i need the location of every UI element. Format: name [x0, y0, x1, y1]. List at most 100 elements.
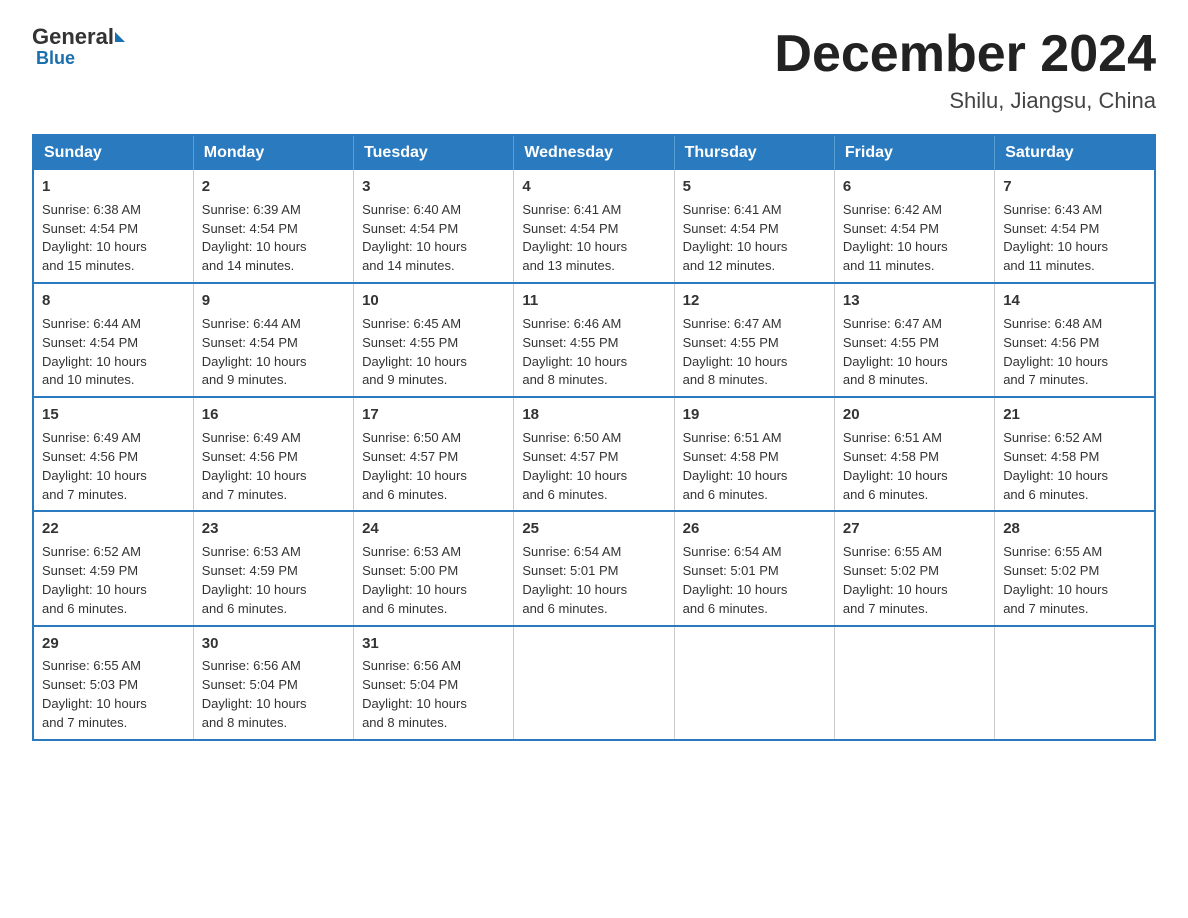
calendar-week-row: 29 Sunrise: 6:55 AMSunset: 5:03 PMDaylig… — [33, 626, 1155, 740]
header-friday: Friday — [834, 135, 994, 170]
header-monday: Monday — [193, 135, 353, 170]
logo: General Blue — [32, 24, 125, 69]
table-row: 19 Sunrise: 6:51 AMSunset: 4:58 PMDaylig… — [674, 397, 834, 511]
page-header: General Blue December 2024 Shilu, Jiangs… — [32, 24, 1156, 114]
location-subtitle: Shilu, Jiangsu, China — [774, 88, 1156, 114]
day-number: 23 — [202, 518, 345, 540]
day-info: Sunrise: 6:41 AMSunset: 4:54 PMDaylight:… — [683, 202, 788, 274]
day-info: Sunrise: 6:41 AMSunset: 4:54 PMDaylight:… — [522, 202, 627, 274]
day-info: Sunrise: 6:55 AMSunset: 5:02 PMDaylight:… — [843, 544, 948, 616]
day-info: Sunrise: 6:42 AMSunset: 4:54 PMDaylight:… — [843, 202, 948, 274]
table-row — [514, 626, 674, 740]
day-number: 17 — [362, 404, 505, 426]
day-number: 9 — [202, 290, 345, 312]
day-number: 21 — [1003, 404, 1146, 426]
day-number: 24 — [362, 518, 505, 540]
table-row: 1 Sunrise: 6:38 AMSunset: 4:54 PMDayligh… — [33, 170, 193, 283]
day-info: Sunrise: 6:47 AMSunset: 4:55 PMDaylight:… — [843, 316, 948, 388]
header-thursday: Thursday — [674, 135, 834, 170]
day-info: Sunrise: 6:40 AMSunset: 4:54 PMDaylight:… — [362, 202, 467, 274]
day-info: Sunrise: 6:49 AMSunset: 4:56 PMDaylight:… — [202, 430, 307, 502]
table-row: 23 Sunrise: 6:53 AMSunset: 4:59 PMDaylig… — [193, 511, 353, 625]
day-number: 7 — [1003, 176, 1146, 198]
table-row: 29 Sunrise: 6:55 AMSunset: 5:03 PMDaylig… — [33, 626, 193, 740]
table-row: 22 Sunrise: 6:52 AMSunset: 4:59 PMDaylig… — [33, 511, 193, 625]
table-row: 17 Sunrise: 6:50 AMSunset: 4:57 PMDaylig… — [354, 397, 514, 511]
table-row: 12 Sunrise: 6:47 AMSunset: 4:55 PMDaylig… — [674, 283, 834, 397]
table-row: 31 Sunrise: 6:56 AMSunset: 5:04 PMDaylig… — [354, 626, 514, 740]
day-info: Sunrise: 6:51 AMSunset: 4:58 PMDaylight:… — [843, 430, 948, 502]
calendar-week-row: 22 Sunrise: 6:52 AMSunset: 4:59 PMDaylig… — [33, 511, 1155, 625]
day-number: 27 — [843, 518, 986, 540]
day-info: Sunrise: 6:55 AMSunset: 5:02 PMDaylight:… — [1003, 544, 1108, 616]
day-number: 11 — [522, 290, 665, 312]
table-row: 16 Sunrise: 6:49 AMSunset: 4:56 PMDaylig… — [193, 397, 353, 511]
day-number: 13 — [843, 290, 986, 312]
day-number: 5 — [683, 176, 826, 198]
day-info: Sunrise: 6:54 AMSunset: 5:01 PMDaylight:… — [522, 544, 627, 616]
day-number: 31 — [362, 633, 505, 655]
day-info: Sunrise: 6:51 AMSunset: 4:58 PMDaylight:… — [683, 430, 788, 502]
day-number: 4 — [522, 176, 665, 198]
table-row: 6 Sunrise: 6:42 AMSunset: 4:54 PMDayligh… — [834, 170, 994, 283]
day-number: 3 — [362, 176, 505, 198]
day-number: 26 — [683, 518, 826, 540]
table-row: 30 Sunrise: 6:56 AMSunset: 5:04 PMDaylig… — [193, 626, 353, 740]
day-number: 6 — [843, 176, 986, 198]
table-row — [674, 626, 834, 740]
table-row: 10 Sunrise: 6:45 AMSunset: 4:55 PMDaylig… — [354, 283, 514, 397]
weekday-header-row: Sunday Monday Tuesday Wednesday Thursday… — [33, 135, 1155, 170]
day-number: 10 — [362, 290, 505, 312]
day-number: 15 — [42, 404, 185, 426]
table-row: 8 Sunrise: 6:44 AMSunset: 4:54 PMDayligh… — [33, 283, 193, 397]
table-row: 4 Sunrise: 6:41 AMSunset: 4:54 PMDayligh… — [514, 170, 674, 283]
day-info: Sunrise: 6:44 AMSunset: 4:54 PMDaylight:… — [42, 316, 147, 388]
table-row: 3 Sunrise: 6:40 AMSunset: 4:54 PMDayligh… — [354, 170, 514, 283]
day-info: Sunrise: 6:39 AMSunset: 4:54 PMDaylight:… — [202, 202, 307, 274]
table-row: 20 Sunrise: 6:51 AMSunset: 4:58 PMDaylig… — [834, 397, 994, 511]
table-row: 27 Sunrise: 6:55 AMSunset: 5:02 PMDaylig… — [834, 511, 994, 625]
table-row — [995, 626, 1155, 740]
day-number: 30 — [202, 633, 345, 655]
logo-general: General — [32, 24, 114, 50]
day-number: 25 — [522, 518, 665, 540]
table-row: 25 Sunrise: 6:54 AMSunset: 5:01 PMDaylig… — [514, 511, 674, 625]
day-info: Sunrise: 6:56 AMSunset: 5:04 PMDaylight:… — [362, 658, 467, 730]
day-number: 2 — [202, 176, 345, 198]
day-info: Sunrise: 6:50 AMSunset: 4:57 PMDaylight:… — [522, 430, 627, 502]
table-row: 21 Sunrise: 6:52 AMSunset: 4:58 PMDaylig… — [995, 397, 1155, 511]
day-number: 28 — [1003, 518, 1146, 540]
table-row: 7 Sunrise: 6:43 AMSunset: 4:54 PMDayligh… — [995, 170, 1155, 283]
table-row: 11 Sunrise: 6:46 AMSunset: 4:55 PMDaylig… — [514, 283, 674, 397]
header-tuesday: Tuesday — [354, 135, 514, 170]
day-number: 22 — [42, 518, 185, 540]
day-number: 8 — [42, 290, 185, 312]
table-row: 9 Sunrise: 6:44 AMSunset: 4:54 PMDayligh… — [193, 283, 353, 397]
logo-text: General — [32, 24, 125, 50]
day-info: Sunrise: 6:43 AMSunset: 4:54 PMDaylight:… — [1003, 202, 1108, 274]
calendar-week-row: 8 Sunrise: 6:44 AMSunset: 4:54 PMDayligh… — [33, 283, 1155, 397]
day-number: 16 — [202, 404, 345, 426]
header-saturday: Saturday — [995, 135, 1155, 170]
day-info: Sunrise: 6:46 AMSunset: 4:55 PMDaylight:… — [522, 316, 627, 388]
day-info: Sunrise: 6:56 AMSunset: 5:04 PMDaylight:… — [202, 658, 307, 730]
day-info: Sunrise: 6:53 AMSunset: 4:59 PMDaylight:… — [202, 544, 307, 616]
day-number: 20 — [843, 404, 986, 426]
month-year-title: December 2024 — [774, 24, 1156, 84]
day-info: Sunrise: 6:45 AMSunset: 4:55 PMDaylight:… — [362, 316, 467, 388]
day-info: Sunrise: 6:49 AMSunset: 4:56 PMDaylight:… — [42, 430, 147, 502]
table-row: 14 Sunrise: 6:48 AMSunset: 4:56 PMDaylig… — [995, 283, 1155, 397]
table-row: 5 Sunrise: 6:41 AMSunset: 4:54 PMDayligh… — [674, 170, 834, 283]
table-row: 2 Sunrise: 6:39 AMSunset: 4:54 PMDayligh… — [193, 170, 353, 283]
day-info: Sunrise: 6:44 AMSunset: 4:54 PMDaylight:… — [202, 316, 307, 388]
day-number: 18 — [522, 404, 665, 426]
table-row: 15 Sunrise: 6:49 AMSunset: 4:56 PMDaylig… — [33, 397, 193, 511]
day-info: Sunrise: 6:54 AMSunset: 5:01 PMDaylight:… — [683, 544, 788, 616]
day-info: Sunrise: 6:52 AMSunset: 4:59 PMDaylight:… — [42, 544, 147, 616]
header-sunday: Sunday — [33, 135, 193, 170]
calendar-week-row: 1 Sunrise: 6:38 AMSunset: 4:54 PMDayligh… — [33, 170, 1155, 283]
logo-blue: Blue — [36, 48, 75, 69]
table-row: 28 Sunrise: 6:55 AMSunset: 5:02 PMDaylig… — [995, 511, 1155, 625]
day-info: Sunrise: 6:38 AMSunset: 4:54 PMDaylight:… — [42, 202, 147, 274]
calendar-table: Sunday Monday Tuesday Wednesday Thursday… — [32, 134, 1156, 741]
